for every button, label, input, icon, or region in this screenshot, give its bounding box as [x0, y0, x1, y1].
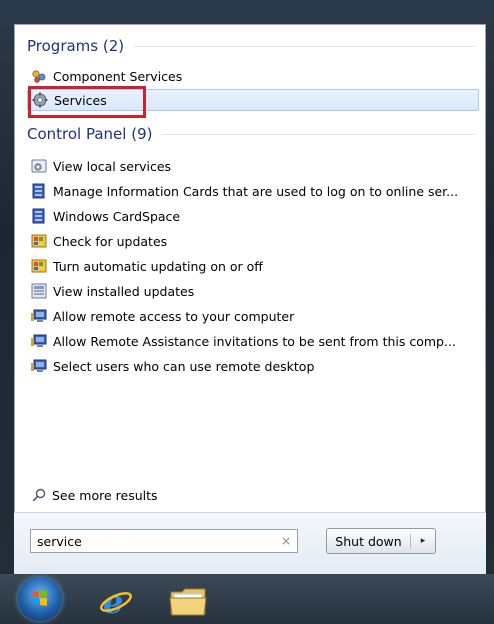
control-panel-header-label: Control Panel (9)	[27, 125, 153, 143]
program-item-component-services[interactable]: Component Services	[31, 65, 477, 87]
divider	[162, 133, 475, 135]
internet-explorer-icon[interactable]: e	[98, 582, 134, 621]
start-button[interactable]	[18, 577, 62, 621]
component-services-icon	[31, 68, 47, 84]
control-panel-group-header[interactable]: Control Panel (9)	[27, 123, 475, 145]
cardspace-icon	[31, 208, 47, 224]
control-panel-item-allow-remote-access[interactable]: Allow remote access to your computer	[31, 305, 477, 327]
control-panel-item-label: Allow Remote Assistance invitations to b…	[53, 333, 456, 349]
clear-search-icon[interactable]: ×	[281, 534, 291, 548]
windows-explorer-icon[interactable]	[168, 584, 208, 618]
windows-logo-icon	[33, 590, 47, 606]
installed-updates-icon	[31, 283, 47, 299]
see-more-results-label: See more results	[52, 487, 158, 503]
search-input[interactable]: service ×	[30, 529, 298, 553]
view-local-services-icon	[31, 158, 47, 174]
system-icon	[31, 308, 47, 324]
control-panel-item-check-for-updates[interactable]: Check for updates	[31, 230, 477, 252]
shutdown-button[interactable]: Shut down ▸	[326, 528, 436, 554]
windows-update-icon	[31, 258, 47, 274]
control-panel-item-view-local-services[interactable]: View local services	[31, 155, 477, 177]
start-menu-bottom-bar: service × Shut down ▸	[14, 512, 486, 575]
control-panel-item-label: Turn automatic updating on or off	[53, 258, 263, 274]
control-panel-item-label: View installed updates	[53, 283, 195, 299]
control-panel-item-label: View local services	[53, 158, 172, 174]
windows-update-icon	[31, 233, 47, 249]
control-panel-item-automatic-updating[interactable]: Turn automatic updating on or off	[31, 255, 477, 277]
control-panel-item-allow-remote-assistance[interactable]: Allow Remote Assistance invitations to b…	[31, 330, 477, 352]
system-icon	[31, 333, 47, 349]
shutdown-options-arrow-icon[interactable]: ▸	[411, 536, 435, 546]
control-panel-item-label: Select users who can use remote desktop	[53, 358, 315, 374]
control-panel-item-select-remote-desktop-users[interactable]: Select users who can use remote desktop	[31, 355, 477, 377]
control-panel-item-windows-cardspace[interactable]: Windows CardSpace	[31, 205, 477, 227]
search-icon	[32, 488, 46, 502]
system-icon	[31, 358, 47, 374]
control-panel-item-view-installed-updates[interactable]: View installed updates	[31, 280, 477, 302]
cardspace-icon	[31, 183, 47, 199]
program-item-label: Component Services	[53, 68, 183, 84]
highlight-box	[28, 86, 146, 118]
control-panel-item-label: Manage Information Cards that are used t…	[53, 183, 459, 199]
search-input-value[interactable]: service	[37, 534, 281, 549]
control-panel-item-label: Allow remote access to your computer	[53, 308, 295, 324]
programs-group-header[interactable]: Programs (2)	[27, 35, 475, 57]
control-panel-item-manage-information-cards[interactable]: Manage Information Cards that are used t…	[31, 180, 477, 202]
programs-header-label: Programs (2)	[27, 37, 125, 55]
see-more-results-link[interactable]: See more results	[32, 484, 158, 506]
taskbar: e	[0, 574, 494, 624]
divider	[134, 45, 475, 47]
control-panel-item-label: Windows CardSpace	[53, 208, 181, 224]
shutdown-label[interactable]: Shut down	[327, 533, 411, 549]
control-panel-item-label: Check for updates	[53, 233, 168, 249]
